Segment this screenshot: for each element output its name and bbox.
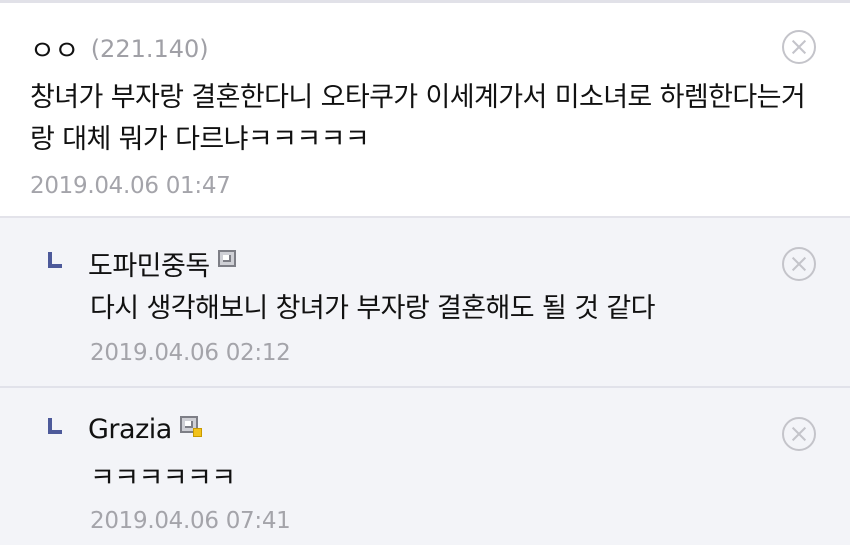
reply-date: 2019.04.06 02:12	[90, 340, 291, 366]
half-fixed-nick-icon	[217, 250, 236, 267]
delete-reply-button[interactable]	[782, 247, 816, 281]
reply-date: 2019.04.06 07:41	[90, 508, 291, 534]
comment-ip: (221.140)	[90, 34, 209, 63]
comment-nickname[interactable]: ㅇㅇ	[30, 29, 79, 68]
reply-nickname[interactable]: Grazia	[88, 414, 172, 445]
reply-item: 도파민중독 다시 생각해보니 창녀가 부자랑 결혼해도 될 것 같다 2019.…	[0, 218, 850, 388]
comment-item: ㅇㅇ (221.140) 창녀가 부자랑 결혼한다니 오타쿠가 이세계가서 미소…	[0, 3, 850, 218]
comment-date: 2019.04.06 01:47	[30, 173, 231, 199]
reply-nickname[interactable]: 도파민중독	[88, 244, 210, 283]
reply-header: Grazia	[48, 414, 202, 445]
reply-text: ㅋㅋㅋㅋㅋㅋ	[90, 463, 236, 494]
fixed-nick-icon	[179, 416, 202, 437]
reply-header: 도파민중독	[48, 244, 236, 283]
comment-text: 창녀가 부자랑 결혼한다니 오타쿠가 이세계가서 미소녀로 하렘한다는거랑 대체…	[30, 82, 806, 155]
comment-header: ㅇㅇ (221.140)	[30, 29, 209, 68]
reply-arrow-icon	[48, 417, 62, 434]
reply-item: Grazia ㅋㅋㅋㅋㅋㅋ 2019.04.06 07:41	[0, 388, 850, 545]
reply-arrow-icon	[48, 251, 62, 268]
comment-list: ㅇㅇ (221.140) 창녀가 부자랑 결혼한다니 오타쿠가 이세계가서 미소…	[0, 0, 850, 545]
fixed-nick-badge	[192, 428, 202, 437]
reply-text: 다시 생각해보니 창녀가 부자랑 결혼해도 될 것 같다	[90, 293, 656, 324]
delete-comment-button[interactable]	[782, 30, 816, 64]
delete-reply-button[interactable]	[782, 417, 816, 451]
